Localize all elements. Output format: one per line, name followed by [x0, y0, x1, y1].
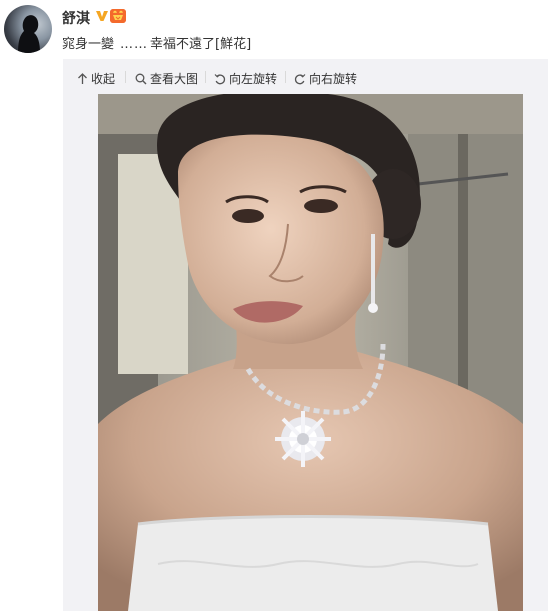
rotate-right-label: 向右旋转: [309, 72, 358, 86]
rotate-left-button[interactable]: 向左旋转: [214, 70, 277, 87]
verified-v-icon[interactable]: [95, 9, 109, 23]
vip-badge-icon[interactable]: [110, 9, 126, 23]
toolbar-divider: [285, 71, 286, 83]
post-photo[interactable]: [98, 94, 523, 611]
view-large-button[interactable]: 查看大图: [135, 70, 198, 87]
magnifier-icon: [135, 73, 147, 84]
avatar[interactable]: [4, 5, 52, 53]
rotate-left-icon: [214, 73, 226, 84]
image-toolbar: 收起 查看大图 向左旋转 向右旋转: [63, 59, 548, 93]
username[interactable]: 舒淇: [62, 8, 90, 28]
collapse-button[interactable]: 收起: [77, 70, 115, 87]
expanded-image-panel: 收起 查看大图 向左旋转 向右旋转: [63, 59, 548, 611]
rotate-right-icon: [294, 73, 306, 84]
weibo-post: 舒淇 窕身一變…… 幸福不遠了[鮮花] 收起 查看大图 向左旋转 向右旋转: [0, 0, 550, 611]
view-large-label: 查看大图: [150, 72, 199, 86]
collapse-arrow-icon: [78, 72, 87, 84]
post-text: 窕身一變 …… 幸福不遠了[鮮花]: [62, 33, 251, 52]
post-text-ellipsis: ……: [120, 37, 149, 52]
toolbar-divider: [125, 71, 126, 83]
rotate-left-label: 向左旋转: [229, 72, 278, 86]
collapse-label: 收起: [91, 72, 116, 86]
post-text-end: 幸福不遠了[鮮花]: [150, 37, 252, 52]
rotate-right-button[interactable]: 向右旋转: [294, 70, 357, 87]
post-text-main: 窕身一變: [62, 37, 115, 52]
profile-silhouette-icon: [18, 15, 40, 53]
selfie-photo: [98, 94, 523, 611]
toolbar-divider: [205, 71, 206, 83]
